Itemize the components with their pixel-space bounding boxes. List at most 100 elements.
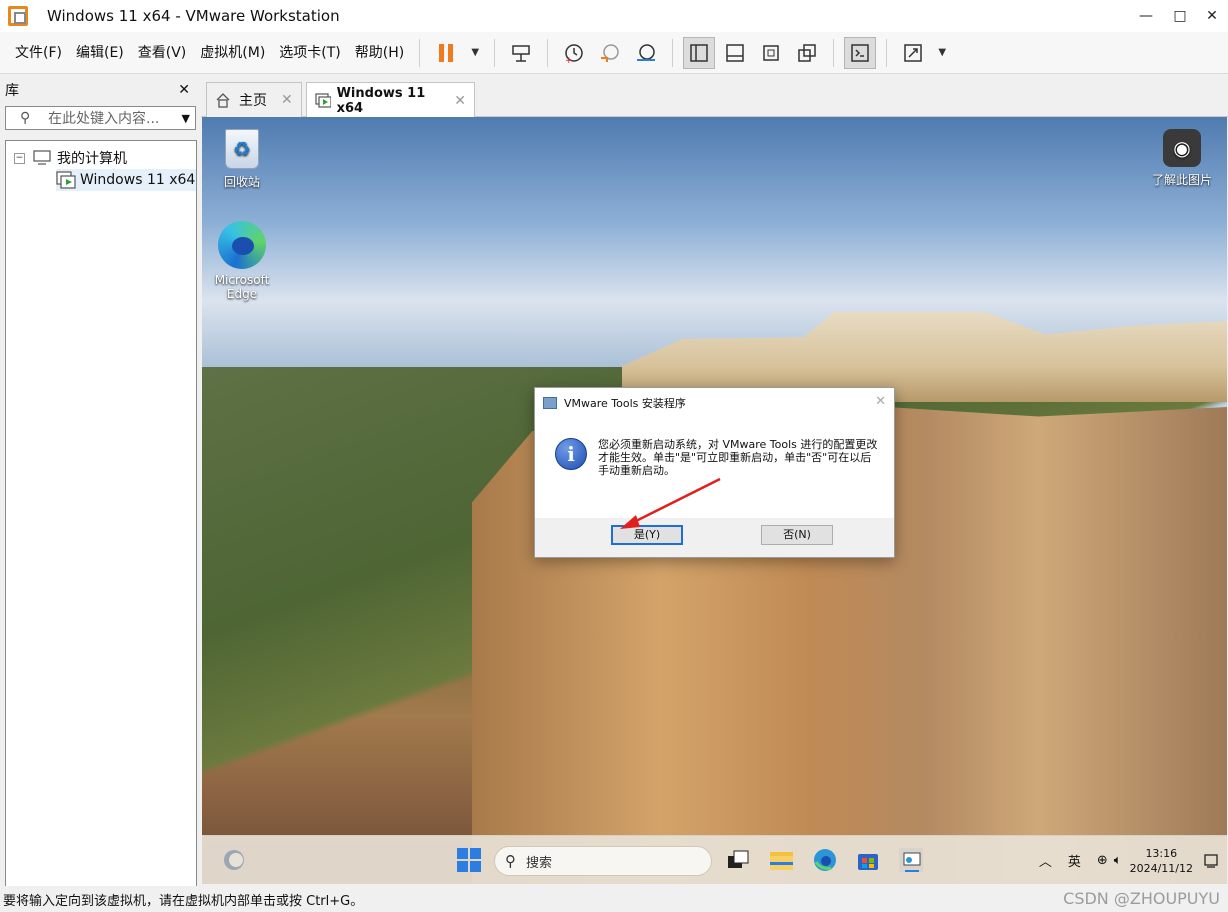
menu-file[interactable]: 文件(F): [8, 32, 69, 74]
dialog-title: VMware Tools 安装程序: [564, 397, 686, 410]
library-header: 库 ✕: [0, 76, 198, 104]
stretch-icon[interactable]: [897, 37, 929, 69]
computer-icon: [33, 150, 51, 165]
vm-running-icon: [56, 171, 76, 189]
desktop-icon-label: 回收站: [223, 175, 260, 189]
start-icon[interactable]: [457, 848, 481, 872]
library-view-icon[interactable]: [683, 36, 716, 69]
desktop-icon-label: Microsoft: [214, 273, 270, 287]
recycle-bin-icon: ♻: [225, 129, 259, 169]
vmware-workstation-window: Windows 11 x64 - VMware Workstation — □ …: [0, 0, 1228, 912]
notification-icon[interactable]: [1203, 853, 1219, 869]
thumbnail-view-icon[interactable]: [719, 37, 751, 69]
dialog-title-bar: VMware Tools 安装程序 ✕: [535, 388, 894, 418]
send-ctrl-alt-del-icon[interactable]: [505, 37, 537, 69]
revert-snapshot-icon[interactable]: [594, 37, 626, 69]
tree-item-label: 我的计算机: [57, 151, 127, 167]
status-bar: 要将输入定向到该虚拟机，请在虚拟机内部单击或按 Ctrl+G。 CSDN @ZH…: [0, 886, 1228, 912]
edge-icon: [218, 221, 266, 269]
annotation-arrow: [620, 477, 721, 529]
desktop-icon-label: 了解此图片: [1151, 173, 1212, 187]
vmware-logo-icon: [8, 6, 28, 26]
info-icon: i: [555, 438, 587, 470]
library-search-placeholder: 在此处键入内容...: [48, 111, 160, 127]
tab-label: 主页: [239, 93, 267, 109]
menu-view[interactable]: 查看(V): [131, 32, 194, 74]
tab-close-icon[interactable]: ✕: [454, 93, 466, 109]
unity-icon[interactable]: [791, 37, 823, 69]
desktop-icon-label: Edge: [226, 287, 258, 301]
edge-icon[interactable]: [813, 848, 837, 872]
home-icon: [216, 93, 230, 108]
camera-icon: ◉: [1163, 129, 1201, 167]
search-icon: ⚲: [20, 110, 31, 126]
toolbar-separator: [886, 38, 888, 67]
toolbar-separator: [833, 38, 835, 67]
desktop-edge[interactable]: Microsoft Edge: [203, 221, 281, 301]
console-icon[interactable]: [844, 36, 877, 69]
tab-home[interactable]: 主页 ✕: [206, 82, 302, 117]
tab-bar: 主页 ✕ Windows 11 x64 ✕: [201, 76, 1228, 118]
chevron-down-icon[interactable]: ▼: [182, 112, 190, 125]
vm-running-icon: [315, 92, 331, 108]
collapse-icon[interactable]: −: [14, 152, 25, 164]
library-tree: − 我的计算机 Windows 11 x64 < >: [5, 140, 197, 912]
dropdown-icon[interactable]: ▼: [933, 37, 951, 69]
snapshot-manager-icon[interactable]: [630, 37, 662, 69]
volume-icon[interactable]: 🔈︎: [1114, 853, 1122, 868]
menu-edit[interactable]: 编辑(E): [69, 32, 131, 74]
dialog-message: 您必须重新启动系统，对 VMware Tools 进行的配置更改才能生效。单击"…: [598, 438, 878, 477]
search-icon: ⚲: [505, 852, 516, 870]
clock-date: 2024/11/12: [1129, 861, 1193, 875]
windows-taskbar: ⚲ 搜索 ︿ 英 ⊕ 🔈︎ 13:16 2024/11/12: [202, 835, 1227, 884]
toolbar-separator: [547, 38, 549, 67]
status-text: 要将输入定向到该虚拟机，请在虚拟机内部单击或按 Ctrl+G。: [3, 893, 364, 909]
tab-close-icon[interactable]: ✕: [281, 92, 293, 108]
desktop-recycle-bin[interactable]: ♻ 回收站: [203, 129, 281, 190]
maximize-button[interactable]: □: [1164, 0, 1196, 32]
library-panel: 库 ✕ ⚲ 在此处键入内容... ▼ − 我的计算机 Windows 11 x6…: [0, 76, 198, 912]
tree-item-my-computer[interactable]: − 我的计算机: [14, 147, 127, 169]
vmware-tools-tray-icon[interactable]: [899, 848, 923, 872]
taskbar-search-label: 搜索: [526, 855, 553, 871]
widgets-icon[interactable]: [222, 848, 246, 872]
watermark: CSDN @ZHOUPUYU: [1063, 889, 1220, 908]
task-view-icon[interactable]: [726, 848, 750, 872]
fullscreen-icon[interactable]: [755, 37, 787, 69]
network-icon[interactable]: ⊕: [1097, 853, 1108, 868]
library-close-icon[interactable]: ✕: [178, 82, 190, 98]
pause-icon[interactable]: [430, 37, 462, 69]
tab-label: Windows 11 x64: [336, 85, 426, 116]
menu-tabs[interactable]: 选项卡(T): [272, 32, 347, 74]
library-search-input[interactable]: ⚲ 在此处键入内容... ▼: [5, 106, 196, 130]
tree-item-windows11[interactable]: Windows 11 x64: [56, 169, 196, 191]
svg-text:+: +: [565, 56, 573, 64]
vm-console[interactable]: ♻ 回收站 Microsoft Edge ◉ 了解此图片 VMware Tool…: [202, 117, 1227, 884]
toolbar-separator: [494, 38, 496, 67]
snapshot-icon[interactable]: +: [558, 37, 590, 69]
chevron-up-icon[interactable]: ︿: [1039, 851, 1052, 870]
clock[interactable]: 13:16 2024/11/12: [1130, 846, 1193, 876]
dropdown-icon[interactable]: ▼: [466, 37, 484, 69]
dialog-close-button[interactable]: ✕: [875, 394, 886, 409]
ime-indicator[interactable]: 英: [1068, 851, 1081, 870]
system-tray: ︿ 英 ⊕ 🔈︎ 13:16 2024/11/12: [1039, 836, 1227, 884]
taskbar-search[interactable]: ⚲ 搜索: [494, 846, 712, 876]
title-bar: Windows 11 x64 - VMware Workstation — □ …: [0, 0, 1228, 32]
clock-time: 13:16: [1145, 846, 1178, 860]
store-icon[interactable]: [856, 848, 880, 872]
toolbar-separator: [419, 38, 421, 67]
tree-item-label: Windows 11 x64: [80, 172, 196, 188]
tab-windows11[interactable]: Windows 11 x64 ✕: [306, 82, 475, 118]
menu-help[interactable]: 帮助(H): [348, 32, 411, 74]
window-title: Windows 11 x64 - VMware Workstation: [47, 7, 340, 25]
desktop-learn-about-picture[interactable]: ◉ 了解此图片: [1137, 129, 1227, 188]
toolbar-separator: [672, 38, 674, 67]
menu-vm[interactable]: 虚拟机(M): [193, 32, 272, 74]
file-explorer-icon[interactable]: [769, 848, 793, 872]
minimize-button[interactable]: —: [1130, 0, 1162, 32]
library-title: 库: [5, 83, 19, 99]
close-button[interactable]: ✕: [1196, 0, 1228, 32]
installer-icon: [543, 397, 557, 409]
menu-toolbar: 文件(F) 编辑(E) 查看(V) 虚拟机(M) 选项卡(T) 帮助(H) ▼ …: [0, 32, 1228, 74]
